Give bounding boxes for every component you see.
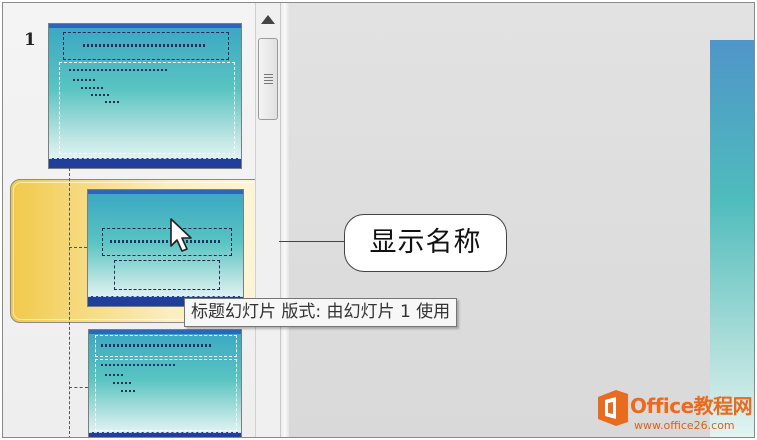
bullet-line (81, 87, 103, 89)
bullet-line (91, 94, 109, 96)
scroll-up-arrow-icon[interactable] (261, 15, 275, 24)
powerpoint-window: 1 显示名称 标题幻灯片 版式: 由幻灯片 1 使用 (2, 2, 755, 438)
grip-line (264, 77, 273, 78)
subtitle-placeholder (114, 260, 220, 290)
watermark-title: Office教程网 (630, 394, 753, 418)
pane-splitter[interactable] (281, 3, 289, 437)
content-placeholder (95, 359, 237, 431)
section-connector-line (69, 168, 70, 437)
slide-number-1: 1 (24, 30, 36, 50)
slide-footer (89, 432, 241, 437)
slide-thumbnail-2[interactable] (87, 189, 244, 307)
slide-thumbnail-pane: 1 (3, 3, 279, 437)
mouse-pointer-icon (170, 218, 192, 252)
bullet-line (105, 374, 125, 376)
slide-top-bar (49, 24, 241, 28)
watermark: Office教程网 www.office26.com (594, 388, 754, 438)
watermark-url: www.office26.com (634, 419, 735, 432)
slide-footer (49, 158, 241, 168)
content-placeholder (59, 62, 235, 154)
grip-line (264, 74, 273, 75)
slide-thumbnail-1[interactable] (48, 23, 242, 169)
bullet-line (113, 382, 131, 384)
grip-line (264, 80, 273, 81)
office-logo-icon (598, 390, 628, 426)
connector-tick (69, 387, 88, 388)
grip-line (264, 83, 273, 84)
layout-tooltip: 标题幻灯片 版式: 由幻灯片 1 使用 (184, 298, 458, 327)
bullet-line (69, 69, 169, 71)
slide-thumbnail-3[interactable] (88, 329, 242, 437)
thumbnail-scrollbar[interactable] (255, 3, 281, 437)
bullet-line (121, 390, 137, 392)
scroll-thumb[interactable] (258, 38, 278, 120)
bullet-line (73, 79, 95, 81)
bullet-line (101, 364, 177, 366)
current-slide-preview[interactable] (710, 40, 754, 437)
annotation-callout: 显示名称 (344, 214, 507, 272)
title-text-scribble (83, 44, 207, 47)
connector-tick (69, 247, 87, 248)
bullet-line (105, 101, 121, 103)
slide-top-bar (88, 190, 243, 194)
callout-leader-line (279, 241, 347, 242)
slide-top-bar (89, 330, 241, 334)
title-text-scribble (110, 240, 222, 243)
title-text-scribble (101, 344, 211, 347)
